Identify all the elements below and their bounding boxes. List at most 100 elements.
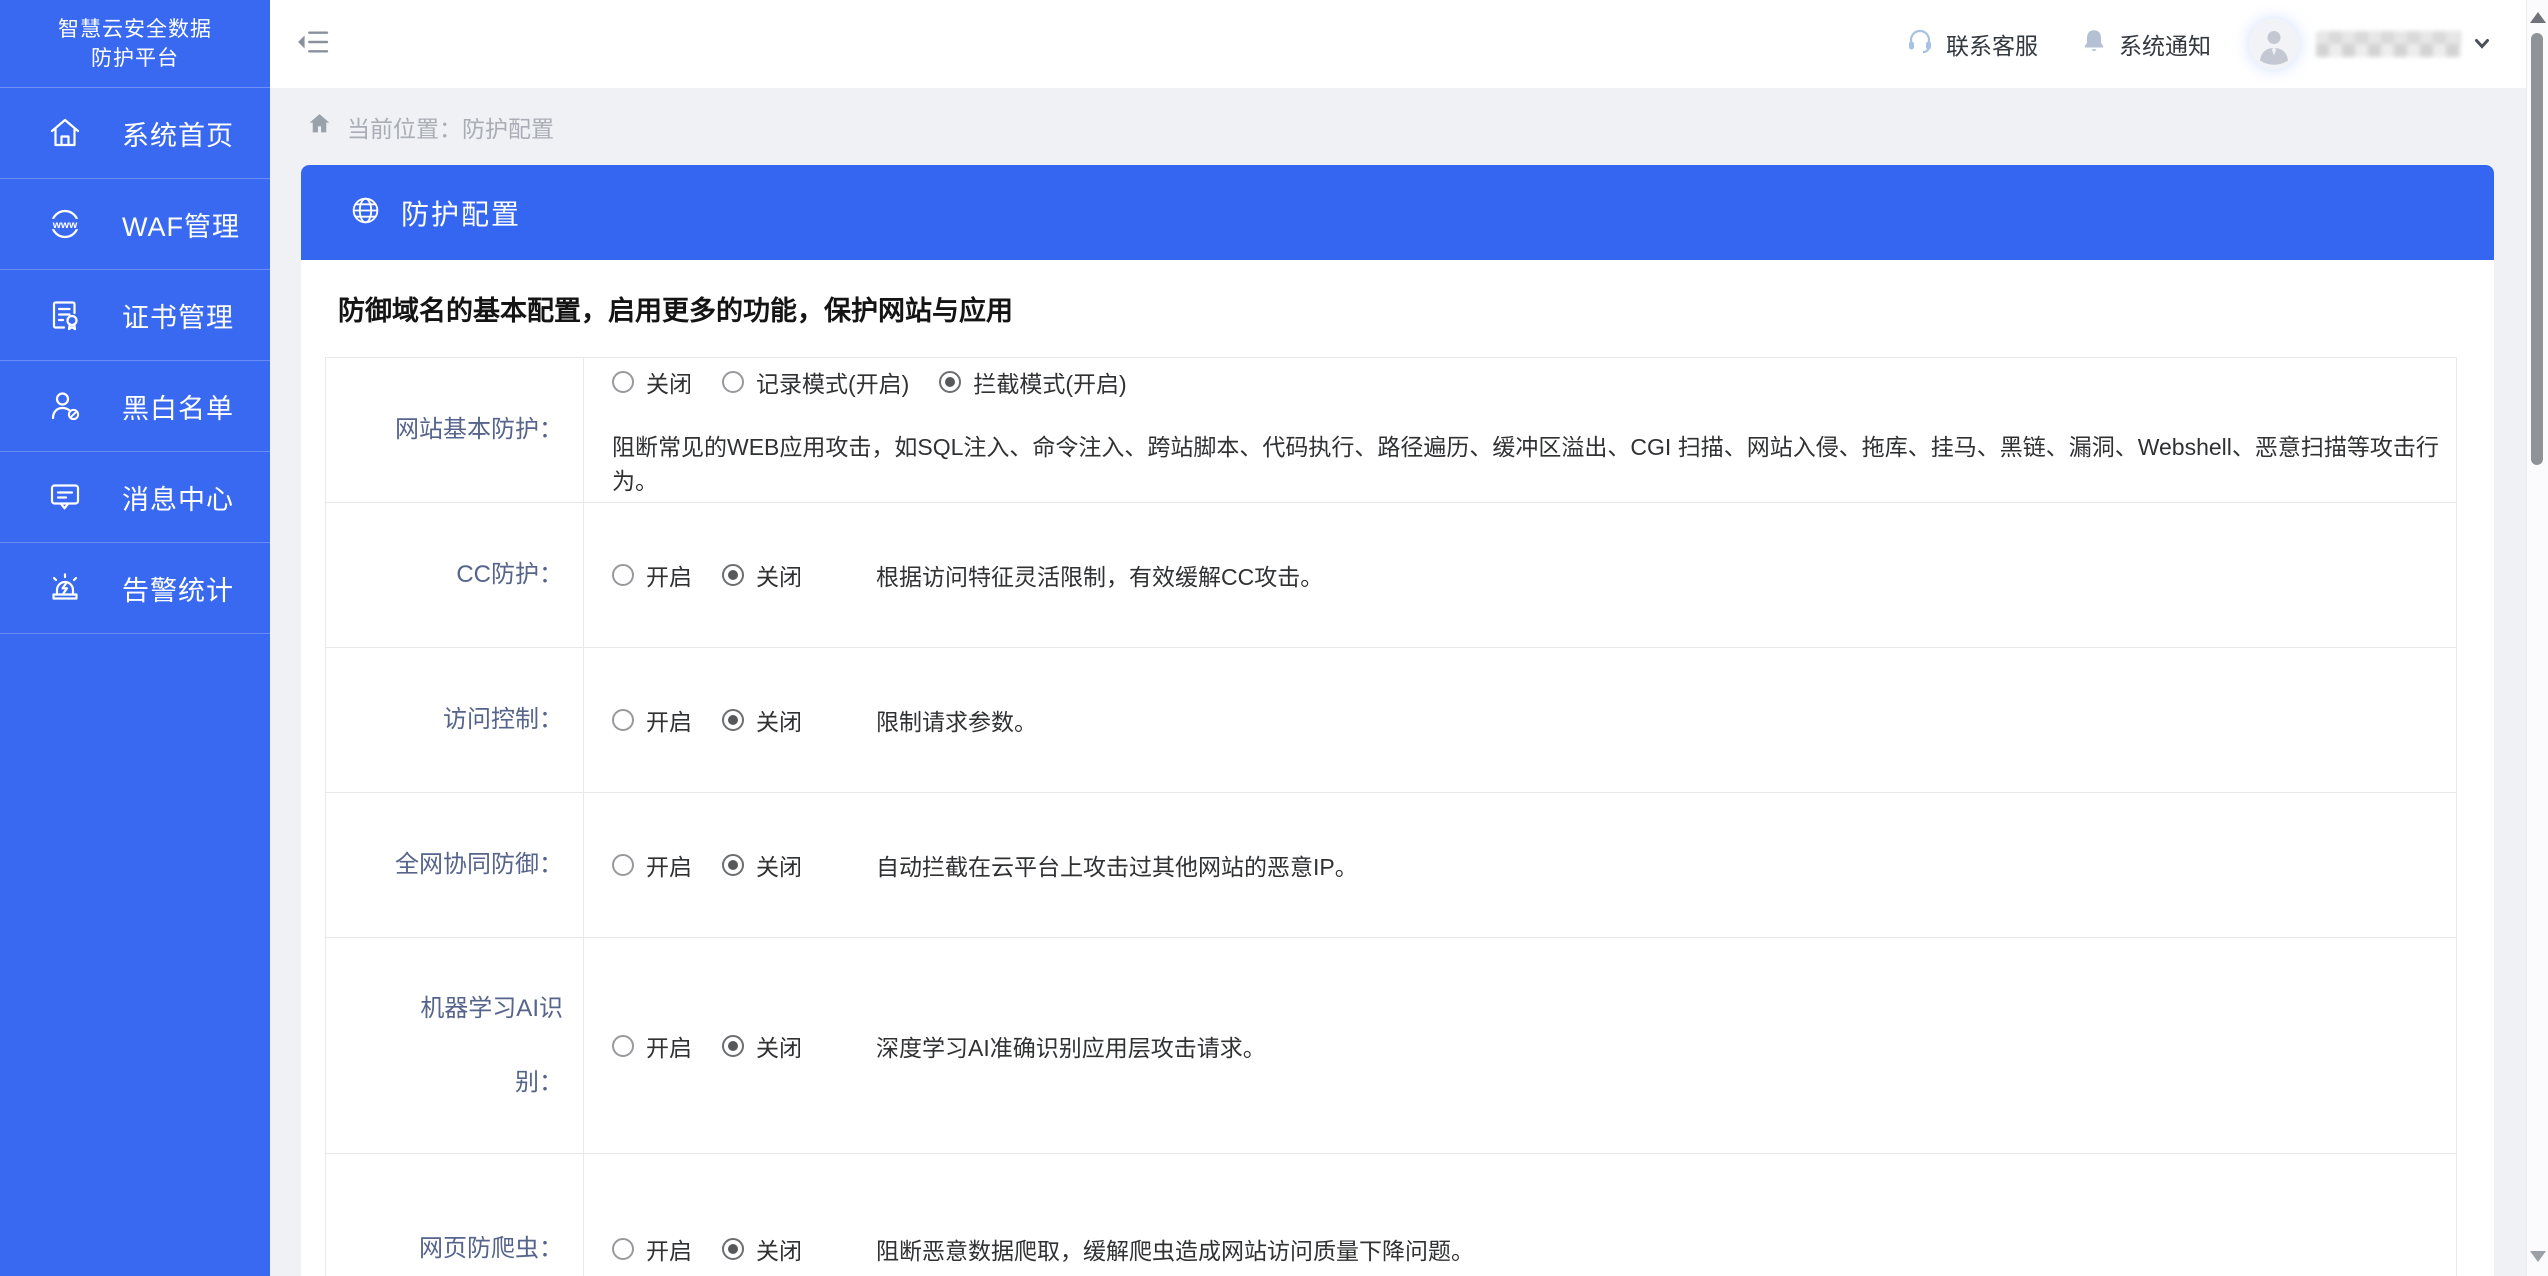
contact-service-button[interactable]: 联系客服 — [1905, 26, 2038, 62]
radio-group: 开启 关闭 阻断恶意数据爬取，缓解爬虫造成网站访问质量下降问题。 — [612, 1232, 2456, 1266]
radio-option-label: 开启 — [646, 854, 692, 880]
vertical-scrollbar[interactable] — [2526, 0, 2548, 1276]
sidebar-nav: 系统首页 www WAF管理 证书管理 黑白名单 消息中心 告警统计 — [0, 88, 270, 634]
sidebar-item-label: 告警统计 — [122, 575, 234, 606]
config-row-label: 机器学习AI识别： — [326, 938, 584, 1153]
radio-option[interactable]: 开启 — [612, 1232, 692, 1266]
radio-icon[interactable] — [612, 854, 634, 876]
radio-option[interactable]: 关闭 — [722, 1232, 802, 1266]
radio-option-label: 开启 — [646, 709, 692, 735]
scroll-down-arrow-icon[interactable] — [2530, 1251, 2546, 1262]
radio-option[interactable]: 关闭 — [612, 365, 692, 399]
config-row-label: 网站基本防护： — [326, 358, 584, 502]
panel-header: 防护配置 — [301, 165, 2494, 260]
radio-option-label: 记录模式(开启) — [756, 370, 910, 397]
radio-option[interactable]: 开启 — [612, 848, 692, 882]
sidebar-item-label: WAF管理 — [122, 211, 240, 242]
radio-group: 开启 关闭 限制请求参数。 — [612, 703, 2456, 737]
message-icon — [47, 479, 83, 515]
radio-option[interactable]: 开启 — [612, 703, 692, 737]
radio-option-label: 关闭 — [756, 564, 802, 590]
radio-icon[interactable] — [612, 709, 634, 731]
app-logo: 智慧云安全数据 防护平台 — [0, 0, 270, 88]
menu-fold-icon — [296, 28, 330, 61]
sidebar-item-label: 消息中心 — [122, 484, 234, 515]
user-name-masked — [2316, 31, 2461, 57]
radio-icon[interactable] — [612, 370, 634, 393]
sidebar-item-6[interactable]: 告警统计 — [0, 543, 270, 634]
sidebar-item-5[interactable]: 消息中心 — [0, 452, 270, 543]
avatar — [2249, 19, 2299, 69]
sidebar-item-3[interactable]: 证书管理 — [0, 270, 270, 361]
radio-option[interactable]: 拦截模式(开启) — [939, 365, 1127, 399]
scroll-up-arrow-icon[interactable] — [2530, 12, 2546, 23]
radio-icon[interactable] — [612, 1034, 634, 1057]
topbar: 联系客服 系统通知 — [270, 0, 2526, 88]
headset-icon — [1905, 26, 1935, 62]
sidebar-item-2[interactable]: www WAF管理 — [0, 179, 270, 270]
sidebar-item-label: 黑白名单 — [122, 393, 234, 424]
panel-subtitle: 防御域名的基本配置，启用更多的功能，保护网站与应用 — [338, 296, 1013, 326]
sidebar-item-4[interactable]: 黑白名单 — [0, 361, 270, 452]
config-row-description: 限制请求参数。 — [876, 709, 1037, 735]
radio-option-label: 关闭 — [646, 370, 692, 397]
radio-icon[interactable] — [612, 1238, 634, 1260]
system-notice-button[interactable]: 系统通知 — [2080, 27, 2211, 61]
config-row-label: 访问控制： — [326, 648, 584, 792]
sidebar-item-1[interactable]: 系统首页 — [0, 88, 270, 179]
config-row-label: 全网协同防御： — [326, 793, 584, 937]
breadcrumb: 当前位置：防护配置 — [301, 88, 2494, 165]
radio-group: 关闭 记录模式(开启) 拦截模式(开启) — [612, 365, 2456, 399]
scrollbar-thumb[interactable] — [2531, 33, 2543, 465]
radio-icon[interactable] — [939, 370, 962, 393]
topbar-right: 联系客服 系统通知 — [1905, 19, 2490, 69]
radio-option-label: 关闭 — [756, 709, 802, 735]
sidebar: 智慧云安全数据 防护平台 系统首页 www WAF管理 证书管理 黑白名单 消息… — [0, 0, 270, 1276]
app-logo-line1: 智慧云安全数据 — [58, 17, 212, 41]
radio-option-label: 开启 — [646, 564, 692, 590]
contact-service-label: 联系客服 — [1946, 33, 2038, 59]
config-row: 网页防爬虫： 开启 关闭 阻断恶意数据爬取，缓解爬虫造成网站访问质量下降问题。 — [326, 1154, 2456, 1276]
main-content: 当前位置：防护配置 防护配置 防御域名的基本配置，启用更多的功能，保护网站与应用… — [270, 88, 2526, 1276]
globe-icon — [349, 194, 382, 232]
home-icon — [307, 111, 332, 142]
page-title: 防护配置 — [401, 198, 522, 230]
config-row: 全网协同防御： 开启 关闭 自动拦截在云平台上攻击过其他网站的恶意IP。 — [326, 793, 2456, 938]
radio-option-label: 关闭 — [756, 854, 802, 880]
radio-option[interactable]: 关闭 — [722, 703, 802, 737]
config-row-description: 阻断恶意数据爬取，缓解爬虫造成网站访问质量下降问题。 — [876, 1238, 1474, 1264]
chevron-down-icon — [2474, 38, 2490, 50]
radio-option-label: 关闭 — [756, 1034, 802, 1061]
bell-icon — [2080, 27, 2108, 61]
config-row: 网站基本防护： 关闭 记录模式(开启) 拦截模式(开启) 阻断常见的WEB应用攻击，… — [326, 358, 2456, 503]
radio-icon[interactable] — [612, 564, 634, 586]
radio-icon[interactable] — [722, 564, 744, 586]
radio-icon[interactable] — [722, 709, 744, 731]
sidebar-item-label: 证书管理 — [122, 302, 234, 333]
home-icon — [47, 115, 83, 151]
breadcrumb-text: 当前位置：防护配置 — [347, 115, 554, 142]
radio-icon[interactable] — [722, 1034, 744, 1057]
svg-text:www: www — [52, 219, 78, 231]
user-block-icon — [47, 388, 83, 424]
radio-icon[interactable] — [722, 370, 744, 393]
config-row-description: 阻断常见的WEB应用攻击，如SQL注入、命令注入、跨站脚本、代码执行、路径遍历、… — [612, 433, 2439, 494]
radio-option[interactable]: 开启 — [612, 1029, 692, 1063]
alarm-icon — [47, 570, 83, 606]
radio-option[interactable]: 记录模式(开启) — [722, 365, 909, 399]
radio-option-label: 开启 — [646, 1238, 692, 1264]
user-menu[interactable] — [2249, 19, 2490, 69]
radio-icon[interactable] — [722, 1238, 744, 1260]
config-table: 网站基本防护： 关闭 记录模式(开启) 拦截模式(开启) 阻断常见的WEB应用攻击，… — [325, 357, 2457, 1276]
radio-option[interactable]: 关闭 — [722, 1029, 802, 1063]
radio-option[interactable]: 关闭 — [722, 558, 802, 592]
sidebar-collapse-button[interactable] — [296, 29, 332, 59]
radio-group: 开启 关闭 根据访问特征灵活限制，有效缓解CC攻击。 — [612, 558, 2456, 592]
radio-icon[interactable] — [722, 854, 744, 876]
radio-option[interactable]: 开启 — [612, 558, 692, 592]
config-row: 访问控制： 开启 关闭 限制请求参数。 — [326, 648, 2456, 793]
app-logo-line2: 防护平台 — [91, 46, 179, 70]
radio-option[interactable]: 关闭 — [722, 848, 802, 882]
config-row-description: 根据访问特征灵活限制，有效缓解CC攻击。 — [876, 564, 1324, 590]
certificate-icon — [47, 297, 83, 333]
